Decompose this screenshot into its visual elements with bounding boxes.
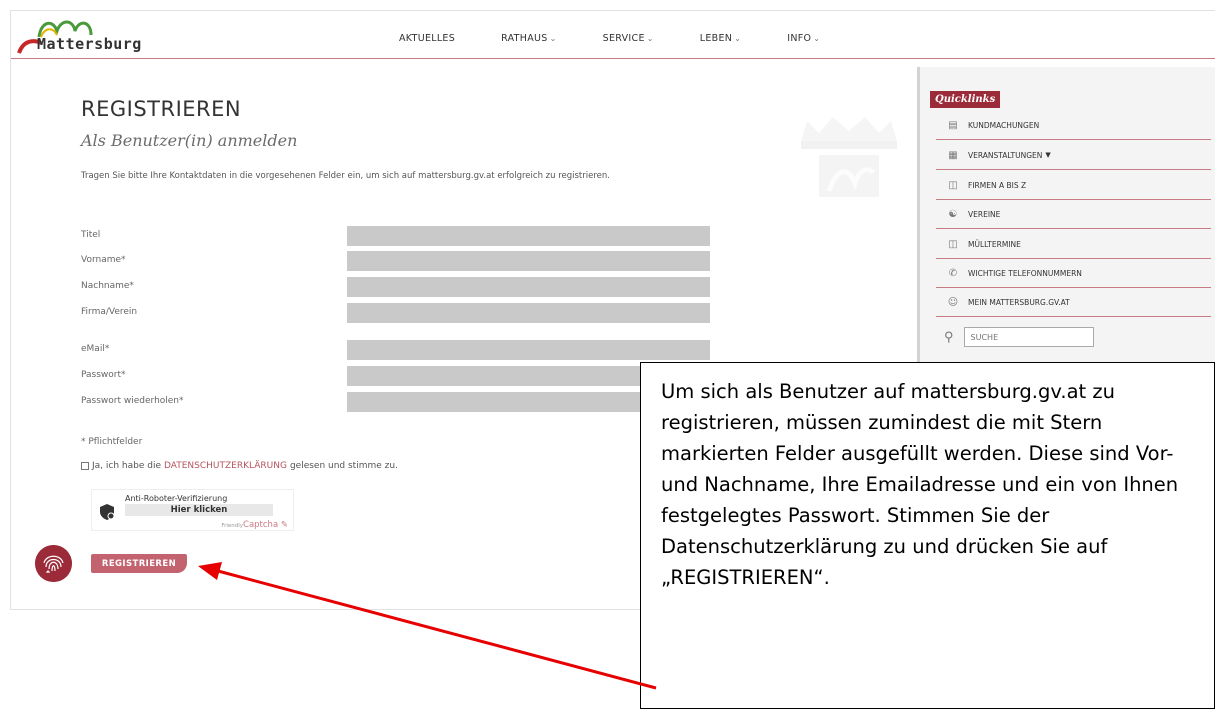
- consent-row: Ja, ich habe die DATENSCHUTZERKLÄRUNG ge…: [81, 461, 398, 471]
- passwort-label: Passwort*: [81, 370, 126, 380]
- email-field[interactable]: [347, 340, 710, 360]
- captcha-brand: FriendlyCaptcha ✎: [221, 520, 288, 530]
- quicklink-label: WICHTIGE TELEFONNUMMERN: [968, 268, 1082, 278]
- consent-checkbox[interactable]: [81, 462, 89, 470]
- site-header: Mattersburg AKTUELLES RATHAUS ⌄ SERVICE ⌄ …: [11, 11, 1215, 59]
- email-label: eMail*: [81, 344, 110, 354]
- coat-of-arms-icon: [801, 117, 897, 197]
- trash-icon: ◫: [948, 238, 958, 250]
- nav-info[interactable]: INFO ⌄: [787, 33, 820, 44]
- nav-label: INFO: [787, 33, 812, 44]
- captcha-button[interactable]: Hier klicken: [125, 504, 273, 516]
- passwort-wiederholen-label: Passwort wiederholen*: [81, 396, 184, 406]
- quicklink-kundmachungen[interactable]: ▤ KUNDMACHUNGEN: [936, 111, 1211, 140]
- quicklink-label: MEIN MATTERSBURG.GV.AT: [968, 297, 1070, 307]
- captcha-brand-name: Captcha: [243, 520, 279, 530]
- chevron-down-icon: ▼: [1045, 151, 1051, 159]
- search-input[interactable]: [963, 327, 1094, 347]
- nav-aktuelles[interactable]: AKTUELLES: [399, 33, 455, 44]
- quicklink-label: FIRMEN A BIS Z: [968, 180, 1027, 190]
- consent-text-after: gelesen und stimme zu.: [289, 461, 398, 471]
- chevron-down-icon: ⌄: [813, 34, 821, 43]
- quicklink-firmen[interactable]: ◫ FIRMEN A BIS Z: [936, 171, 1211, 200]
- nav-leben[interactable]: LEBEN ⌄: [700, 33, 741, 44]
- chevron-down-icon: ⌄: [549, 34, 557, 43]
- callout-text: Um sich als Benutzer auf mattersburg.gv.…: [661, 380, 1179, 589]
- mattersburg-logo[interactable]: Mattersburg: [17, 15, 167, 55]
- captcha-title: Anti-Roboter-Verifizierung: [125, 494, 228, 503]
- quicklink-muelltermine[interactable]: ◫ MÜLLTERMINE: [936, 230, 1211, 259]
- page-subtitle: Als Benutzer(in) anmelden: [81, 131, 298, 150]
- quicklink-mein-mattersburg[interactable]: ☺ MEIN MATTERSBURG.GV.AT: [936, 288, 1211, 317]
- nachname-field[interactable]: [347, 277, 710, 297]
- fingerprint-icon: [35, 545, 72, 582]
- chevron-down-icon: ⌄: [646, 34, 654, 43]
- user-icon: ☺: [947, 296, 959, 308]
- announcement-icon: ▤: [948, 119, 958, 131]
- quicklinks-heading: Quicklinks: [930, 91, 1001, 108]
- nav-service[interactable]: SERVICE ⌄: [603, 33, 654, 44]
- vorname-label: Vorname*: [81, 255, 126, 265]
- pencil-icon: ✎: [280, 520, 288, 530]
- firma-field[interactable]: [347, 303, 710, 323]
- nav-label: LEBEN: [699, 33, 733, 44]
- shield-icon: [100, 504, 114, 520]
- calendar-icon: ▦: [948, 149, 958, 161]
- nav-rathaus[interactable]: RATHAUS ⌄: [501, 33, 557, 44]
- directory-icon: ◫: [948, 179, 958, 191]
- main-nav: AKTUELLES RATHAUS ⌄ SERVICE ⌄ LEBEN ⌄ INFO ⌄: [399, 33, 866, 44]
- quicklink-veranstaltungen[interactable]: ▦ VERANSTALTUNGEN ▼: [936, 141, 1211, 170]
- logo-text: Mattersburg: [37, 35, 142, 53]
- quicklink-label: VERANSTALTUNGEN: [968, 150, 1043, 160]
- quicklink-label: VEREINE: [968, 209, 1001, 219]
- group-icon: ☯: [948, 208, 958, 220]
- intro-text: Tragen Sie bitte Ihre Kontaktdaten in di…: [81, 171, 610, 181]
- privacy-policy-link[interactable]: DATENSCHUTZERKLÄRUNG: [164, 461, 287, 471]
- nachname-label: Nachname*: [81, 281, 134, 291]
- quicklink-label: KUNDMACHUNGEN: [968, 120, 1040, 130]
- chevron-down-icon: ⌄: [734, 34, 742, 43]
- nav-label: RATHAUS: [501, 33, 548, 44]
- nav-label: SERVICE: [602, 33, 645, 44]
- register-button[interactable]: REGISTRIEREN: [91, 554, 187, 573]
- required-note: * Pflichtfelder: [81, 437, 143, 447]
- vorname-field[interactable]: [347, 251, 710, 271]
- page-title: REGISTRIEREN: [81, 97, 242, 121]
- sidebar-search: ⚲: [944, 327, 1094, 347]
- firma-label: Firma/Verein: [81, 307, 138, 317]
- quicklink-vereine[interactable]: ☯ VEREINE: [936, 200, 1211, 229]
- phone-icon: ✆: [948, 267, 958, 279]
- titel-field[interactable]: [347, 226, 710, 246]
- nav-label: AKTUELLES: [399, 33, 456, 44]
- titel-label: Titel: [81, 230, 101, 240]
- captcha-widget: Anti-Roboter-Verifizierung Hier klicken …: [91, 489, 294, 531]
- quicklink-label: MÜLLTERMINE: [968, 239, 1021, 249]
- search-icon[interactable]: ⚲: [944, 329, 954, 345]
- quicklink-telefonnummern[interactable]: ✆ WICHTIGE TELEFONNUMMERN: [936, 259, 1211, 288]
- consent-text-before: Ja, ich habe die: [92, 461, 161, 471]
- annotation-callout: Um sich als Benutzer auf mattersburg.gv.…: [640, 362, 1215, 709]
- captcha-brand-small: Friendly: [221, 523, 244, 529]
